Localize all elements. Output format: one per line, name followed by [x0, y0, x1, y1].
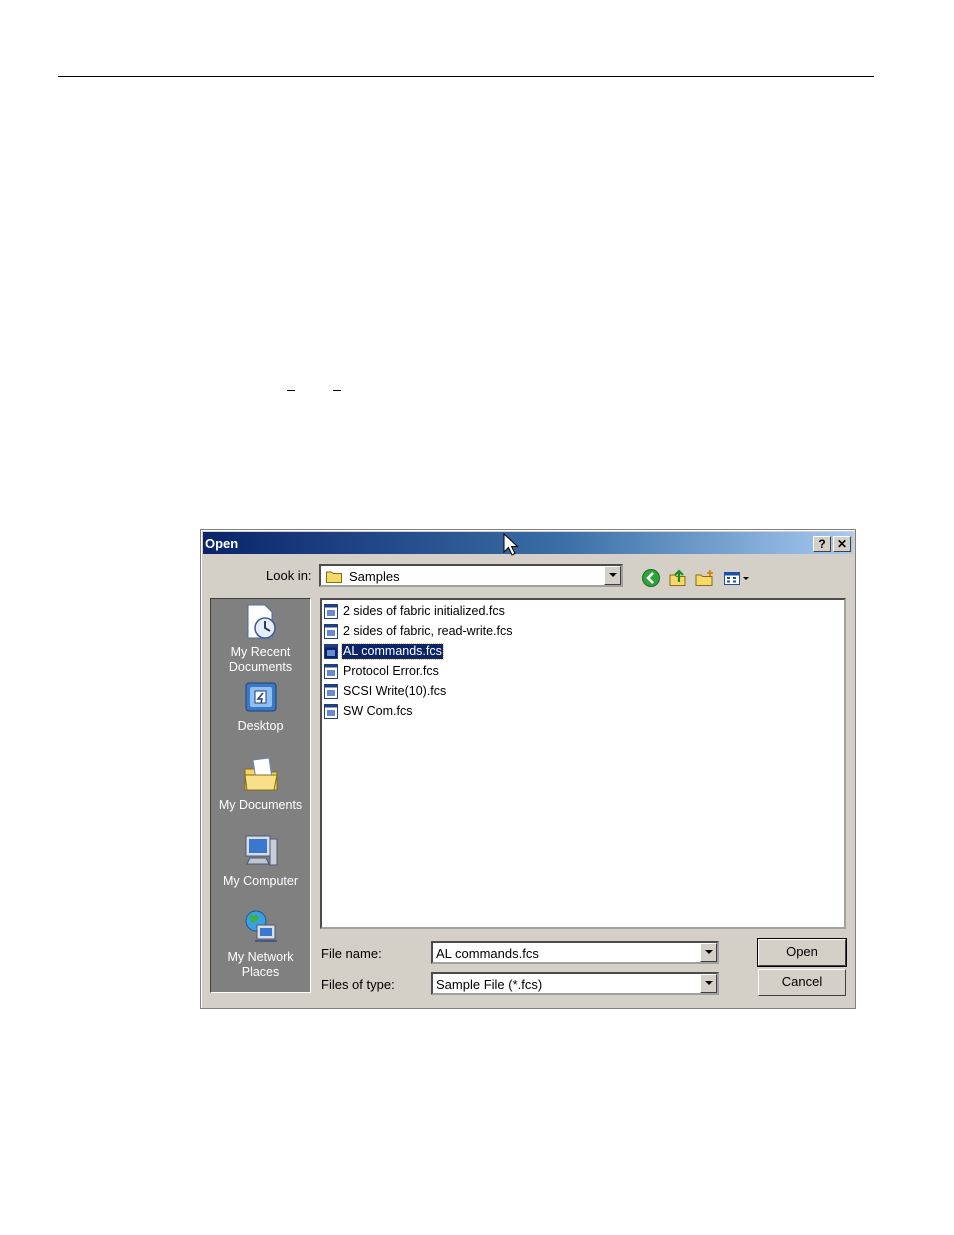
mouse-pointer-icon [503, 533, 519, 556]
file-name: Protocol Error.fcs [343, 664, 439, 678]
file-name: 2 sides of fabric initialized.fcs [343, 604, 505, 618]
place-label: My Network Places [227, 950, 294, 979]
place-my-recent-documents[interactable]: My Recent Documents [211, 602, 310, 675]
folder-icon [326, 571, 342, 583]
file-name: AL commands.fcs [341, 643, 444, 660]
chevron-down-icon[interactable] [604, 566, 621, 585]
fcs-file-icon [324, 684, 338, 699]
open-dialog: Open ? ✕ Look in: Samples My Recent Docu… [200, 529, 856, 1009]
file-list[interactable]: 2 sides of fabric initialized.fcs 2 side… [320, 598, 846, 929]
new-folder-icon[interactable] [695, 568, 715, 588]
desktop-icon [245, 682, 276, 712]
fcs-file-icon [324, 604, 338, 619]
place-my-documents[interactable]: My Documents [211, 755, 310, 813]
dialog-title: Open [205, 536, 239, 551]
underline-mark [287, 390, 295, 391]
file-type-dropdown[interactable]: Sample File (*.fcs) [431, 972, 719, 995]
file-name: SCSI Write(10).fcs [343, 684, 447, 698]
network-places-icon [245, 910, 277, 942]
look-in-dropdown[interactable]: Samples [319, 564, 623, 587]
file-type-label: Files of type: [321, 977, 395, 992]
places-bar: My Recent Documents Desktop My Documents [210, 598, 311, 993]
fcs-file-icon [324, 704, 338, 719]
look-in-value: Samples [349, 569, 400, 584]
header-rule [58, 76, 874, 77]
place-label: My Documents [218, 798, 303, 812]
look-in-label: Look in: [266, 568, 312, 583]
place-label: My Computer [222, 874, 299, 888]
fcs-file-icon [324, 664, 338, 679]
file-name-input[interactable]: AL commands.fcs [431, 941, 719, 964]
file-type-value: Sample File (*.fcs) [436, 977, 543, 992]
close-button[interactable]: ✕ [833, 536, 851, 552]
place-desktop[interactable]: Desktop [211, 680, 310, 734]
place-my-computer[interactable]: My Computer [211, 831, 310, 889]
title-bar[interactable]: Open ? ✕ [203, 532, 853, 554]
file-name-label: File name: [321, 946, 382, 961]
up-folder-icon[interactable] [668, 568, 688, 588]
back-icon[interactable] [641, 568, 661, 588]
place-label: Desktop [237, 719, 284, 733]
my-computer-icon [245, 835, 277, 866]
underline-mark [333, 390, 341, 391]
file-name: SW Com.fcs [343, 704, 413, 718]
open-button[interactable]: Open [757, 938, 847, 967]
recent-documents-icon [247, 604, 276, 639]
file-name-value: AL commands.fcs [436, 946, 539, 961]
place-my-network-places[interactable]: My Network Places [211, 907, 310, 980]
my-documents-icon [243, 757, 278, 791]
place-label: My Recent Documents [228, 645, 293, 674]
fcs-file-icon [324, 624, 338, 639]
view-menu-icon[interactable] [723, 568, 751, 588]
cancel-button[interactable]: Cancel [758, 969, 846, 996]
file-name: 2 sides of fabric, read-write.fcs [343, 624, 513, 638]
chevron-down-icon[interactable] [700, 943, 717, 962]
fcs-file-icon [324, 644, 338, 659]
help-button[interactable]: ? [813, 536, 831, 552]
chevron-down-icon[interactable] [700, 974, 717, 993]
